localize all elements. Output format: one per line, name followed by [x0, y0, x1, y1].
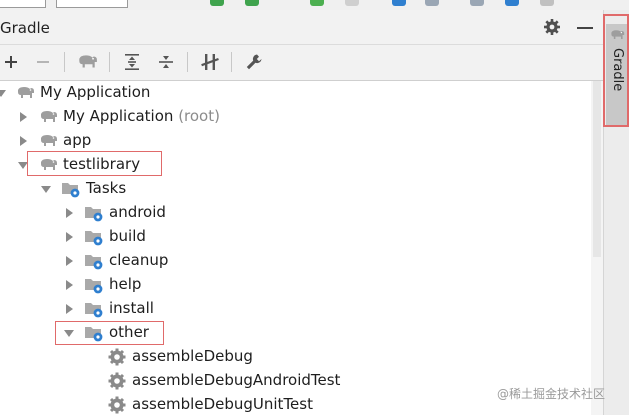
task-folder-icon [84, 300, 104, 318]
scrollbar-thumb[interactable] [593, 81, 601, 257]
expand-arrow-icon[interactable] [63, 303, 75, 315]
tree-label: assembleDebug [132, 347, 253, 365]
tree-label: install [109, 299, 154, 317]
add-icon[interactable] [0, 52, 22, 72]
tree-label: Tasks [86, 179, 127, 197]
tree-label: My Application [40, 83, 151, 101]
tree-label: cleanup [109, 251, 169, 269]
project-name: My Application [63, 107, 174, 125]
tree-row-group[interactable]: build [0, 225, 591, 249]
task-gear-icon [108, 396, 126, 414]
run-icon[interactable] [245, 0, 259, 6]
tree-label: android [109, 203, 166, 221]
tree-row-project-root[interactable]: My Application (root) [0, 105, 591, 129]
tree-row-group[interactable]: android [0, 201, 591, 225]
build-icon[interactable] [210, 0, 224, 6]
tree-label: assembleDebugAndroidTest [132, 371, 341, 389]
remove-icon[interactable] [32, 52, 54, 72]
device-field[interactable] [56, 0, 128, 8]
gradle-panel-header: Gradle [0, 10, 603, 45]
gradle-elephant-icon [38, 108, 58, 126]
expand-arrow-icon[interactable] [63, 207, 75, 219]
root-suffix: (root) [178, 107, 220, 125]
expand-arrow-icon[interactable] [63, 231, 75, 243]
expand-arrow-icon[interactable] [17, 111, 29, 123]
debug-icon[interactable] [310, 0, 324, 6]
task-gear-icon [108, 372, 126, 390]
highlight-other [55, 321, 164, 345]
tree-label: My Application (root) [63, 107, 220, 125]
sdk-icon[interactable] [470, 0, 484, 6]
tree-row-task[interactable]: assembleDebug [0, 345, 591, 369]
tree-row-app[interactable]: app [0, 129, 591, 153]
toggle-offline-icon[interactable] [199, 52, 221, 72]
settings-gear-icon[interactable] [543, 18, 561, 36]
structure-icon[interactable] [505, 0, 519, 6]
toolbar-separator [109, 52, 110, 72]
tree-label: help [109, 275, 142, 293]
gradle-elephant-icon [38, 132, 58, 150]
toolbar-separator [187, 52, 188, 72]
gradle-elephant-icon [15, 84, 35, 102]
toolbar-separator [231, 52, 232, 72]
expand-arrow-icon[interactable] [40, 183, 52, 195]
expand-arrow-icon[interactable] [0, 87, 7, 99]
expand-all-icon[interactable] [121, 52, 143, 72]
gradle-project-tree: My Application My Application (root) app… [0, 81, 591, 415]
expand-arrow-icon[interactable] [63, 255, 75, 267]
stop-icon[interactable] [345, 0, 359, 6]
elephant-icon[interactable] [76, 52, 98, 72]
task-folder-icon [84, 228, 104, 246]
tree-row-group[interactable]: help [0, 273, 591, 297]
sync-icon[interactable] [392, 0, 406, 6]
task-folder-icon [61, 180, 81, 198]
tree-row-root[interactable]: My Application [0, 81, 591, 105]
highlight-testlibrary [27, 151, 162, 176]
tree-row-tasks[interactable]: Tasks [0, 177, 591, 201]
avd-icon[interactable] [425, 0, 439, 6]
tree-row-group[interactable]: cleanup [0, 249, 591, 273]
top-toolbar-strip [0, 0, 629, 10]
expand-arrow-icon[interactable] [63, 279, 75, 291]
task-folder-icon [84, 204, 104, 222]
tree-label: app [63, 131, 92, 149]
highlight-gradle-tab [603, 14, 629, 127]
task-gear-icon [108, 348, 126, 366]
gradle-toolbar [0, 45, 603, 81]
toolbar-separator [64, 52, 65, 72]
wrench-icon[interactable] [243, 52, 265, 72]
expand-arrow-icon[interactable] [17, 135, 29, 147]
watermark: @稀土掘金技术社区 [497, 387, 606, 401]
tree-label: assembleDebugUnitTest [132, 395, 313, 413]
tree-row-group[interactable]: install [0, 297, 591, 321]
panel-title: Gradle [0, 19, 50, 37]
collapse-all-icon[interactable] [155, 52, 177, 72]
tree-scrollbar[interactable] [591, 81, 603, 415]
task-folder-icon [84, 252, 104, 270]
search-icon[interactable] [540, 0, 554, 6]
tree-label: build [109, 227, 146, 245]
task-folder-icon [84, 276, 104, 294]
run-config-field[interactable] [0, 0, 46, 8]
hide-panel-icon[interactable] [577, 27, 593, 29]
